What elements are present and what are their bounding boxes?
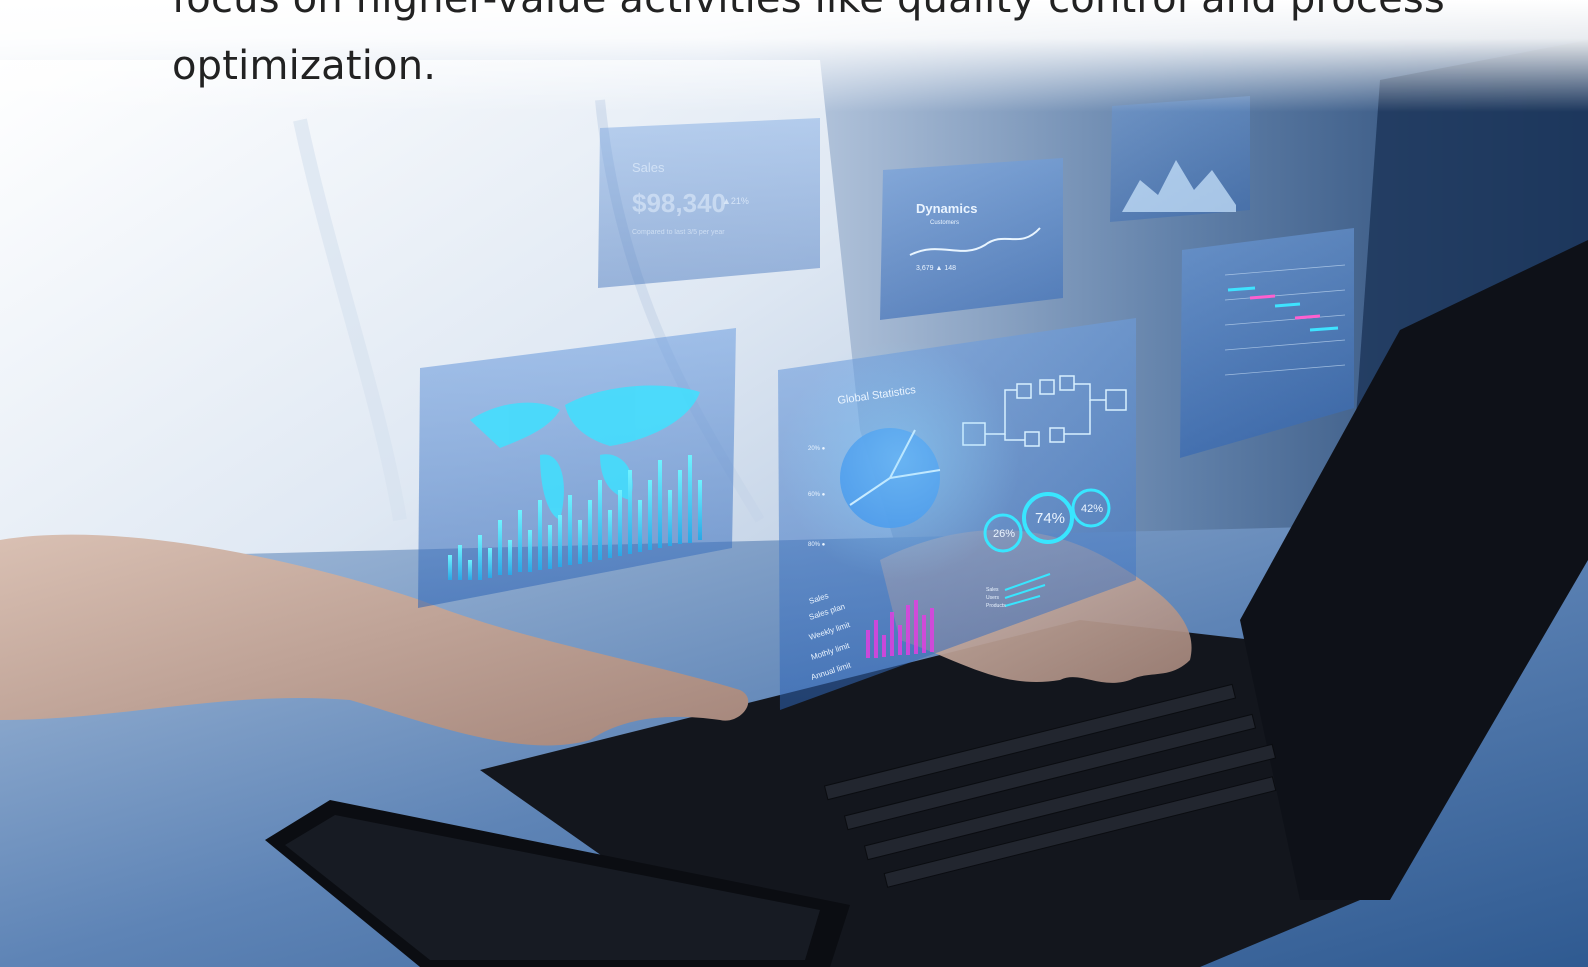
dynamics-value: 3,679 ▲ 148 [916, 265, 956, 272]
sales-card-value: $98,340 [632, 188, 726, 218]
mini-legend-3: Products [986, 603, 1006, 609]
paragraph-line-1: focus on higher-value activities like qu… [172, 0, 1472, 33]
axis-label-3: 80% ● [808, 542, 826, 548]
sales-card-note: Compared to last 3/5 per year [632, 229, 725, 236]
dynamics-subtitle: Customers [930, 220, 959, 226]
axis-label-2: 60% ● [808, 492, 826, 498]
ring-label-1: 26% [993, 528, 1015, 540]
ring-label-2: 74% [1035, 510, 1065, 527]
axis-label-1: 20% ● [808, 446, 826, 452]
sales-card-delta: ▲21% [722, 196, 749, 206]
page: Sales $98,340 ▲21% Compared to last 3/5 … [0, 0, 1588, 967]
mini-legend-1: Sales [986, 587, 999, 593]
ring-label-3: 42% [1081, 503, 1103, 515]
paragraph-line-2: optimization. [172, 43, 437, 89]
dynamics-title: Dynamics [916, 201, 977, 216]
hero-image: Sales $98,340 ▲21% Compared to last 3/5 … [0, 0, 1588, 967]
mini-legend-2: Users [986, 595, 1000, 601]
sales-card-label: Sales [632, 160, 665, 175]
article-paragraph: focus on higher-value activities like qu… [172, 0, 1472, 100]
